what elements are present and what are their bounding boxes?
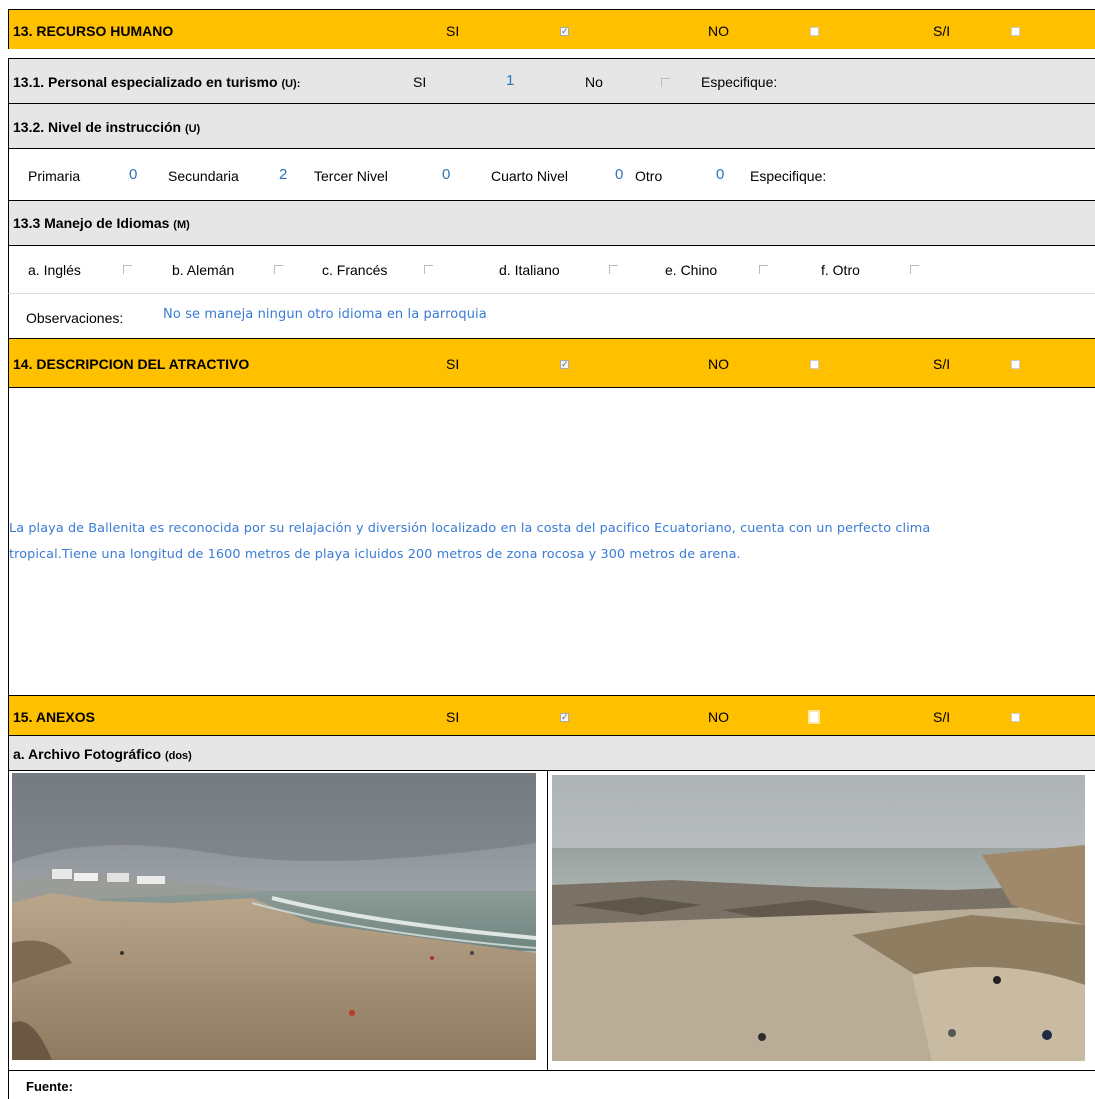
no-label: NO <box>708 23 729 39</box>
s131-no-checkbox[interactable] <box>661 78 670 87</box>
s131-si-label: SI <box>413 74 427 90</box>
archivo-label: a. Archivo Fotográfico (dos) <box>13 746 192 762</box>
beach-photo-1 <box>12 773 536 1060</box>
no-checkbox[interactable] <box>808 710 820 724</box>
fuente-row: Fuente: <box>8 1070 1095 1099</box>
lang-aleman-checkbox[interactable] <box>274 265 283 274</box>
lang-ingles-label: a. Inglés <box>28 262 81 278</box>
beach-photo-2 <box>552 775 1085 1061</box>
si-checkbox[interactable]: ✓ <box>560 360 569 369</box>
s131-label: 13.1. Personal especializado en turismo … <box>13 74 301 90</box>
s133-label: 13.3 Manejo de Idiomas (M) <box>13 215 190 231</box>
description-line-2[interactable]: tropical.Tiene una longitud de 1600 metr… <box>9 547 741 562</box>
beach-photo-2-image <box>552 775 1085 1061</box>
section-13-1-row: 13.1. Personal especializado en turismo … <box>8 58 1095 103</box>
no-label: NO <box>708 356 729 372</box>
no-checkbox[interactable] <box>810 360 819 369</box>
section-13-2-header: 13.2. Nivel de instrucción (U) <box>8 103 1095 148</box>
section-13-header: 13. RECURSO HUMANO SI ✓ NO S/I <box>8 9 1095 49</box>
section-15-header: 15. ANEXOS SI ✓ NO S/I <box>8 695 1095 735</box>
si-checkbox[interactable]: ✓ <box>560 27 569 36</box>
lang-ingles-checkbox[interactable] <box>123 265 132 274</box>
lang-frances-label: c. Francés <box>322 262 388 278</box>
section-15-title: 15. ANEXOS <box>13 709 95 725</box>
lang-italiano-checkbox[interactable] <box>609 265 618 274</box>
level-secundaria-label: Secundaria <box>168 168 239 184</box>
observaciones-label: Observaciones: <box>26 310 124 326</box>
s131-si-value[interactable]: 1 <box>506 72 514 89</box>
photo-divider <box>547 771 548 1071</box>
level-secundaria-value[interactable]: 2 <box>279 166 287 183</box>
si-info-label: S/I <box>933 709 951 725</box>
s131-no-label: No <box>585 74 603 90</box>
level-cuarto-label: Cuarto Nivel <box>491 168 569 184</box>
s132-label: 13.2. Nivel de instrucción (U) <box>13 119 201 135</box>
section-14-title: 14. DESCRIPCION DEL ATRACTIVO <box>13 356 250 372</box>
lang-otro-label: f. Otro <box>821 262 860 278</box>
section-13-3-header: 13.3 Manejo de Idiomas (M) <box>8 200 1095 245</box>
level-tercer-label: Tercer Nivel <box>314 168 388 184</box>
lang-otro-checkbox[interactable] <box>910 265 919 274</box>
no-checkbox[interactable] <box>810 27 819 36</box>
si-info-checkbox[interactable] <box>1011 27 1020 36</box>
education-levels-row: Primaria 0 Secundaria 2 Tercer Nivel 0 C… <box>8 148 1095 200</box>
si-info-label: S/I <box>933 356 951 372</box>
si-info-label: S/I <box>933 23 951 39</box>
lang-aleman-label: b. Alemán <box>172 262 235 278</box>
fuente-label: Fuente: <box>26 1079 73 1094</box>
si-label: SI <box>446 23 460 39</box>
s131-especifique-label: Especifique: <box>701 74 778 90</box>
description-line-1[interactable]: La playa de Ballenita es reconocida por … <box>9 521 930 536</box>
observaciones-row: Observaciones: No se maneja ningun otro … <box>8 293 1095 338</box>
level-cuarto-value[interactable]: 0 <box>615 166 623 183</box>
levels-especifique-label: Especifique: <box>750 168 827 184</box>
archivo-fotografico-header: a. Archivo Fotográfico (dos) <box>8 735 1095 770</box>
lang-frances-checkbox[interactable] <box>424 265 433 274</box>
no-label: NO <box>708 709 729 725</box>
section-14-header: 14. DESCRIPCION DEL ATRACTIVO SI ✓ NO S/… <box>8 338 1095 387</box>
level-tercer-value[interactable]: 0 <box>442 166 450 183</box>
level-primaria-label: Primaria <box>28 168 81 184</box>
languages-row: a. Inglés b. Alemán c. Francés d. Italia… <box>8 245 1095 293</box>
level-otro-label: Otro <box>635 168 663 184</box>
level-primaria-value[interactable]: 0 <box>129 166 137 183</box>
lang-chino-label: e. Chino <box>665 262 718 278</box>
beach-photo-1-image <box>12 773 536 1060</box>
si-checkbox[interactable]: ✓ <box>560 713 569 722</box>
si-label: SI <box>446 709 460 725</box>
observaciones-value[interactable]: No se maneja ningun otro idioma en la pa… <box>163 307 487 322</box>
section-13-title: 13. RECURSO HUMANO <box>13 23 174 39</box>
si-info-checkbox[interactable] <box>1011 360 1020 369</box>
photos-row <box>8 770 1095 1071</box>
description-area: La playa de Ballenita es reconocida por … <box>8 387 1095 695</box>
si-info-checkbox[interactable] <box>1011 713 1020 722</box>
lang-italiano-label: d. Italiano <box>499 262 560 278</box>
si-label: SI <box>446 356 460 372</box>
level-otro-value[interactable]: 0 <box>716 166 724 183</box>
lang-chino-checkbox[interactable] <box>759 265 768 274</box>
